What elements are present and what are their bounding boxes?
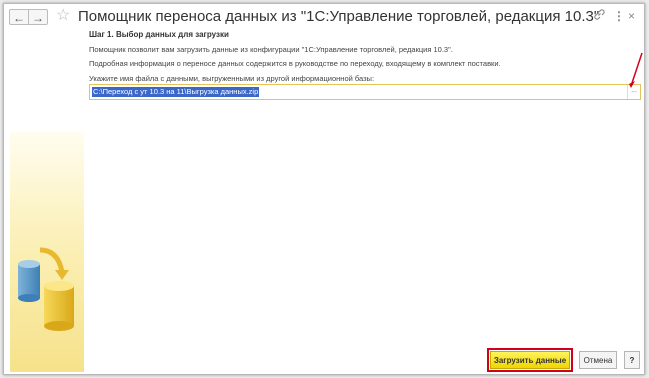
title-bar: ← → ☆ Помощник переноса данных из "1С:Уп…	[4, 4, 644, 30]
close-icon[interactable]: ×	[628, 9, 635, 23]
red-arrow-annotation	[629, 52, 643, 88]
load-data-button[interactable]: Загрузить данные	[487, 348, 573, 372]
step-heading: Шаг 1. Выбор данных для загрузки	[89, 30, 229, 39]
file-path-input[interactable]: C:\Переход с ут 10.3 на 11\Выгрузка данн…	[89, 84, 641, 100]
help-button[interactable]: ?	[624, 351, 640, 369]
link-icon[interactable]	[594, 9, 605, 23]
favorite-star-icon[interactable]: ☆	[56, 7, 70, 25]
assistant-window: ← → ☆ Помощник переноса данных из "1С:Уп…	[3, 3, 645, 375]
step-description: Помощник позволит вам загрузить данные и…	[89, 45, 453, 54]
more-icon[interactable]: ⋮	[613, 9, 625, 23]
file-path-value[interactable]: C:\Переход с ут 10.3 на 11\Выгрузка данн…	[92, 87, 260, 97]
cancel-button[interactable]: Отмена	[579, 351, 617, 369]
back-button[interactable]: ←	[9, 9, 29, 25]
link-icon-svg	[594, 9, 605, 20]
file-prompt: Укажите имя файла с данными, выгруженным…	[89, 74, 375, 83]
forward-button[interactable]: →	[28, 9, 48, 25]
step-info: Подробная информация о переносе данных с…	[89, 59, 501, 68]
window-title: Помощник переноса данных из "1С:Управлен…	[78, 8, 600, 25]
database-transfer-icon	[18, 247, 74, 331]
